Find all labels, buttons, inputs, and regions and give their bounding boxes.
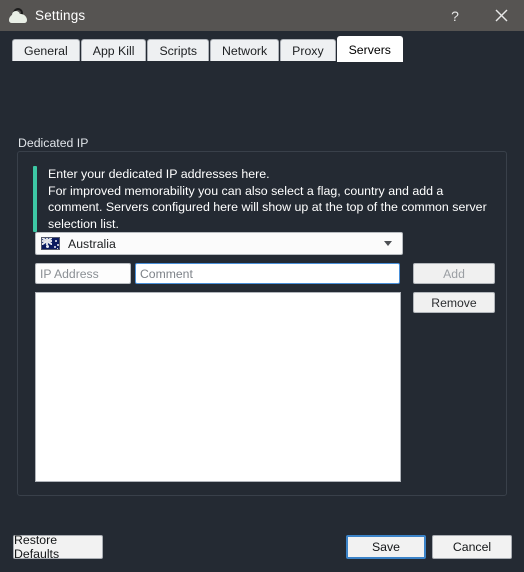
title-bar: Settings ? bbox=[0, 0, 524, 31]
add-button[interactable]: Add bbox=[413, 263, 495, 284]
settings-tabs: General App Kill Scripts Network Proxy S… bbox=[0, 31, 524, 62]
tab-scripts[interactable]: Scripts bbox=[147, 39, 210, 62]
tab-servers[interactable]: Servers bbox=[336, 36, 403, 62]
servers-tab-panel: Dedicated IP Enter your dedicated IP add… bbox=[0, 61, 524, 528]
dedicated-ip-groupbox: Enter your dedicated IP addresses here. … bbox=[17, 151, 507, 496]
country-select-value: Australia bbox=[68, 236, 116, 251]
country-select[interactable]: Australia bbox=[35, 232, 403, 255]
australia-flag-icon bbox=[41, 237, 60, 250]
restore-defaults-button[interactable]: Restore Defaults bbox=[13, 533, 103, 561]
comment-input[interactable] bbox=[135, 263, 400, 284]
tab-network[interactable]: Network bbox=[210, 39, 280, 62]
tab-app-kill[interactable]: App Kill bbox=[80, 39, 147, 62]
info-text: Enter your dedicated IP addresses here. … bbox=[48, 167, 487, 231]
window-controls: ? bbox=[432, 0, 524, 31]
info-accent-bar bbox=[33, 166, 37, 233]
tab-proxy[interactable]: Proxy bbox=[280, 39, 336, 62]
tab-general[interactable]: General bbox=[12, 39, 80, 62]
remove-button[interactable]: Remove bbox=[413, 292, 495, 313]
cloud-lock-icon bbox=[9, 7, 27, 25]
dialog-footer: Restore Defaults Save Cancel bbox=[0, 528, 524, 572]
save-button[interactable]: Save bbox=[346, 535, 426, 559]
window-title: Settings bbox=[35, 8, 86, 23]
dedicated-ip-group-label: Dedicated IP bbox=[18, 136, 89, 150]
ip-address-input[interactable] bbox=[35, 263, 131, 284]
close-icon[interactable] bbox=[478, 0, 524, 31]
help-icon[interactable]: ? bbox=[432, 0, 478, 31]
cancel-button[interactable]: Cancel bbox=[432, 535, 512, 559]
settings-window: Settings ? General App Kill Scripts Netw… bbox=[0, 0, 524, 572]
dedicated-ip-list[interactable] bbox=[35, 292, 401, 482]
info-block: Enter your dedicated IP addresses here. … bbox=[33, 166, 492, 233]
chevron-down-icon bbox=[384, 241, 392, 246]
